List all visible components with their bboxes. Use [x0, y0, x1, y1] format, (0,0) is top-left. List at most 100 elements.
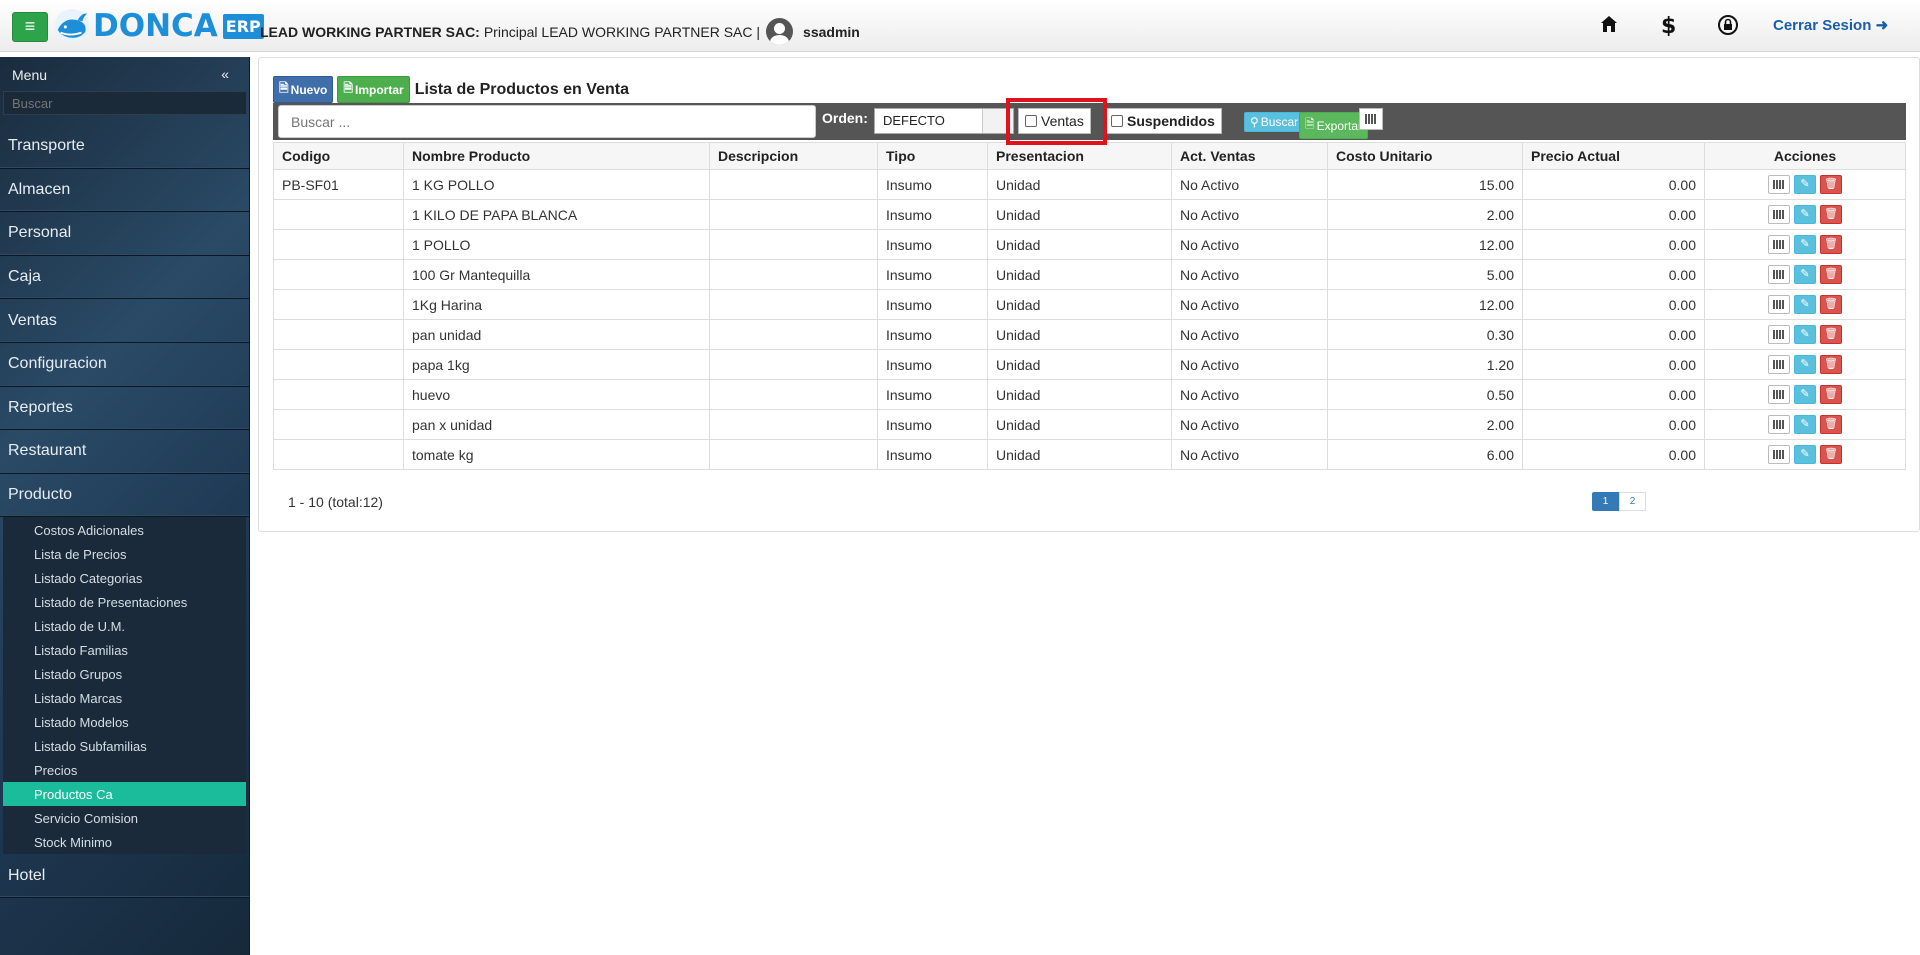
avatar[interactable]	[766, 18, 794, 45]
barcode-button[interactable]	[1768, 445, 1790, 464]
search-input[interactable]	[278, 105, 816, 138]
company-branch: Principal LEAD WORKING PARTNER SAC |	[483, 23, 761, 40]
sidebar-item-almacen[interactable]: Almacen	[0, 169, 249, 213]
table-cell: 2.00	[1327, 199, 1523, 230]
table-cell: Unidad	[987, 289, 1172, 320]
barcode-button[interactable]	[1768, 235, 1790, 254]
edit-button[interactable]: ✎	[1794, 235, 1816, 254]
submenu-item[interactable]: Listado de U.M.	[3, 614, 246, 638]
edit-button[interactable]: ✎	[1794, 205, 1816, 224]
edit-button[interactable]: ✎	[1794, 175, 1816, 194]
sidebar-item-producto[interactable]: Producto	[0, 474, 249, 518]
suspendidos-checkbox[interactable]: Suspendidos	[1104, 108, 1222, 134]
column-header[interactable]: Precio Actual	[1522, 142, 1705, 170]
delete-button[interactable]: 🗑	[1820, 385, 1842, 404]
submenu-item[interactable]: Precios	[3, 758, 246, 782]
sidebar-item-restaurant[interactable]: Restaurant	[0, 430, 249, 474]
table-cell: Insumo	[877, 319, 988, 350]
barcode-button[interactable]	[1768, 265, 1790, 284]
import-button[interactable]: 🗎 Importar	[337, 76, 410, 103]
delete-button[interactable]: 🗑	[1820, 205, 1842, 224]
edit-button[interactable]: ✎	[1794, 325, 1816, 344]
table-row: 1 KILO DE PAPA BLANCA Insumo Unidad No Acti…	[273, 199, 1906, 230]
submenu-item[interactable]: Stock Minimo	[3, 830, 246, 854]
column-header[interactable]: Act. Ventas	[1171, 142, 1328, 170]
collapse-icon[interactable]: «	[221, 66, 229, 82]
new-button[interactable]: 🗎 Nuevo	[273, 76, 334, 103]
barcode-button[interactable]	[1768, 205, 1790, 224]
lock-icon[interactable]	[1717, 14, 1739, 42]
sign-out-icon: ➜	[1875, 17, 1889, 34]
table-cell: Insumo	[877, 349, 988, 380]
brand-suffix: ERP	[222, 13, 264, 39]
submenu-item[interactable]: Listado Marcas	[3, 686, 246, 710]
products-table: Codigo Nombre Producto Descripcion Tipo …	[273, 142, 1906, 470]
delete-button[interactable]: 🗑	[1820, 355, 1842, 374]
column-header[interactable]: Codigo	[273, 142, 404, 170]
order-select[interactable]: DEFECTO	[874, 108, 1014, 134]
table-cell: Unidad	[987, 379, 1172, 410]
edit-button[interactable]: ✎	[1794, 385, 1816, 404]
barcode-button[interactable]	[1768, 415, 1790, 434]
submenu-item[interactable]: Listado Categorias	[3, 566, 246, 590]
sidebar-item-reportes[interactable]: Reportes	[0, 387, 249, 431]
table-row: 100 Gr Mantequilla Insumo Unidad No Activo 5…	[273, 259, 1906, 290]
submenu-item[interactable]: Listado Modelos	[3, 710, 246, 734]
edit-button[interactable]: ✎	[1794, 445, 1816, 464]
export-button[interactable]: 🗎 Exportar	[1299, 112, 1369, 139]
barcode-button[interactable]	[1768, 295, 1790, 314]
home-icon[interactable]	[1599, 14, 1619, 40]
submenu-item[interactable]: Lista de Precios	[3, 542, 246, 566]
trash-icon: 🗑	[1824, 328, 1838, 340]
page-2-button[interactable]: 2	[1619, 492, 1646, 511]
delete-button[interactable]: 🗑	[1820, 175, 1842, 194]
sidebar-item-transporte[interactable]: Transporte	[0, 125, 249, 169]
barcode-button[interactable]	[1768, 175, 1790, 194]
search-button[interactable]: ⚲ Buscar	[1244, 112, 1305, 132]
edit-button[interactable]: ✎	[1794, 295, 1816, 314]
table-cell: 0.00	[1522, 169, 1705, 200]
sidebar-item-configuracion[interactable]: Configuracion	[0, 343, 249, 387]
delete-button[interactable]: 🗑	[1820, 445, 1842, 464]
logout-link[interactable]: Cerrar Sesion ➜	[1773, 16, 1888, 34]
submenu-item-active[interactable]: Productos Ca	[3, 782, 246, 807]
column-header[interactable]: Presentacion	[987, 142, 1172, 170]
submenu-item[interactable]: Listado Grupos	[3, 662, 246, 686]
delete-button[interactable]: 🗑	[1820, 325, 1842, 344]
delete-button[interactable]: 🗑	[1820, 295, 1842, 314]
column-header[interactable]: Descripcion	[709, 142, 878, 170]
column-header[interactable]: Tipo	[877, 142, 988, 170]
delete-button[interactable]: 🗑	[1820, 235, 1842, 254]
table-cell: 0.00	[1522, 409, 1705, 440]
edit-button[interactable]: ✎	[1794, 265, 1816, 284]
company-name: LEAD WORKING PARTNER SAC:	[260, 23, 480, 40]
delete-button[interactable]: 🗑	[1820, 265, 1842, 284]
sidebar-search-input[interactable]	[3, 91, 247, 115]
column-header[interactable]: Costo Unitario	[1327, 142, 1523, 170]
table-cell: Unidad	[987, 229, 1172, 260]
sidebar-item-personal[interactable]: Personal	[0, 212, 249, 256]
logo[interactable]: DONCA ERP	[53, 6, 264, 46]
table-cell: No Activo	[1171, 169, 1328, 200]
submenu-item[interactable]: Servicio Comision	[3, 806, 246, 830]
barcode-button[interactable]	[1359, 108, 1383, 130]
menu-toggle-button[interactable]: ≡	[12, 12, 48, 42]
dollar-icon[interactable]: $	[1659, 14, 1679, 42]
edit-button[interactable]: ✎	[1794, 355, 1816, 374]
barcode-button[interactable]	[1768, 385, 1790, 404]
barcode-button[interactable]	[1768, 325, 1790, 344]
sidebar-item-hotel[interactable]: Hotel	[0, 854, 249, 898]
sidebar-item-ventas[interactable]: Ventas	[0, 299, 249, 343]
edit-button[interactable]: ✎	[1794, 415, 1816, 434]
username[interactable]: ssadmin	[803, 24, 860, 40]
whale-logo-icon	[54, 8, 90, 44]
page-1-button[interactable]: 1	[1592, 492, 1619, 511]
submenu-item[interactable]: Listado Subfamilias	[3, 734, 246, 758]
column-header[interactable]: Nombre Producto	[403, 142, 710, 170]
barcode-button[interactable]	[1768, 355, 1790, 374]
submenu-item[interactable]: Listado de Presentaciones	[3, 590, 246, 614]
delete-button[interactable]: 🗑	[1820, 415, 1842, 434]
sidebar-item-caja[interactable]: Caja	[0, 256, 249, 300]
submenu-item[interactable]: Listado Familias	[3, 638, 246, 662]
submenu-item[interactable]: Costos Adicionales	[3, 518, 246, 542]
